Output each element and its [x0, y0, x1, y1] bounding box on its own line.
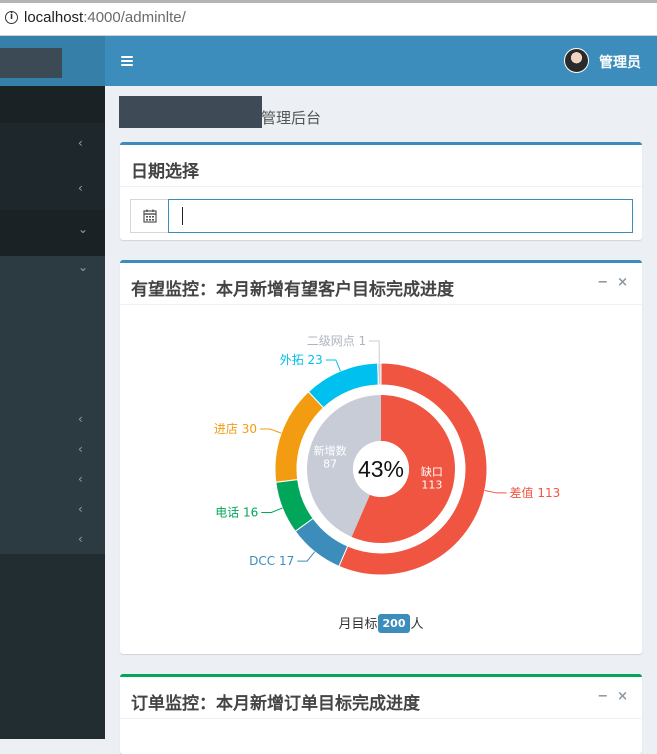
url-text[interactable]: localhost:4000/adminlte/ — [24, 9, 186, 26]
user-name[interactable]: 管理员 — [599, 52, 641, 72]
progress-donut-chart: 缺口113 新增数87 43% 差值 113 DCC 17 电话 16 进店 30 外拓 23… — [214, 334, 561, 576]
menu-toggle-icon[interactable] — [121, 56, 133, 68]
prospect-box-title: 有望监控：本月新增有望客户目标完成进度 — [131, 280, 454, 300]
top-navbar: 管理员 — [105, 36, 657, 86]
title-redacted — [119, 96, 262, 128]
goal-suffix: 人 — [410, 617, 424, 632]
calendar-icon[interactable] — [130, 199, 169, 233]
sidebar-user-panel — [0, 86, 105, 123]
info-icon[interactable]: i — [5, 11, 18, 24]
outer-label-leader — [297, 551, 316, 562]
monthly-goal: 月目标 200 人 — [120, 613, 642, 633]
goal-prefix: 月目标 — [338, 617, 378, 632]
inner-segment-value: 113 — [421, 479, 442, 492]
minimize-icon[interactable]: − — [597, 689, 608, 704]
date-picker — [130, 199, 633, 233]
outer-label-leader — [259, 428, 282, 434]
page-title: 管理后台 — [261, 109, 322, 127]
outer-segment-label: 电话 16 — [215, 505, 258, 519]
outer-segment-label: 二级网点 1 — [307, 334, 366, 348]
prospect-monitor-box: 有望监控：本月新增有望客户目标完成进度 − × 缺口 113 新增数 87 43% 差值 1… — [120, 260, 642, 654]
box-tools: − × — [588, 689, 628, 704]
chevron-left-icon[interactable]: ‹ — [78, 472, 88, 486]
sidebar: ‹ ‹ ⌄ ⌄ ‹ ‹ ‹ ‹ ‹ — [0, 36, 105, 739]
avatar[interactable] — [564, 48, 589, 73]
inner-segment-label: 新增数 — [314, 443, 347, 457]
outer-label-leader — [261, 507, 283, 513]
text-caret — [182, 207, 183, 225]
sidebar-logo[interactable] — [0, 36, 105, 86]
chevron-left-icon[interactable]: ‹ — [78, 442, 88, 456]
chevron-left-icon[interactable]: ‹ — [78, 181, 88, 195]
outer-ring-segment — [377, 362, 382, 386]
goal-badge: 200 — [377, 614, 411, 633]
logo-redacted — [0, 48, 62, 78]
order-box-header: 订单监控：本月新增订单目标完成进度 − × — [120, 677, 642, 719]
outer-segment-label: 差值 113 — [510, 485, 561, 500]
date-box-title: 日期选择 — [131, 162, 199, 182]
url-host: localhost — [24, 9, 84, 26]
sidebar-menu-group — [0, 123, 105, 210]
chevron-left-icon[interactable]: ‹ — [78, 412, 88, 426]
prospect-box-header: 有望监控：本月新增有望客户目标完成进度 − × — [120, 263, 642, 305]
chevron-down-icon[interactable]: ⌄ — [78, 222, 88, 236]
chevron-left-icon[interactable]: ‹ — [78, 532, 88, 546]
order-box-title: 订单监控：本月新增订单目标完成进度 — [131, 694, 420, 714]
date-box-header: 日期选择 — [120, 145, 642, 187]
box-tools: − × — [588, 275, 628, 290]
browser-address-bar[interactable]: i localhost:4000/adminlte/ — [0, 0, 657, 36]
inner-segment-label: 缺口 — [421, 465, 443, 479]
outer-segment-label: 进店 30 — [214, 422, 257, 436]
sidebar-item-active[interactable] — [0, 210, 105, 256]
order-monitor-box: 订单监控：本月新增订单目标完成进度 − × — [120, 674, 642, 754]
outer-label-leader — [325, 359, 341, 372]
close-icon[interactable]: × — [617, 275, 628, 290]
sidebar-submenu-open — [0, 256, 105, 554]
date-box: 日期选择 — [120, 142, 642, 240]
outer-label-leader — [369, 340, 380, 364]
chevron-down-icon[interactable]: ⌄ — [78, 260, 88, 274]
outer-segment-label: 外拓 23 — [280, 353, 323, 367]
outer-segment-label: DCC 17 — [249, 554, 294, 568]
outer-label-leader — [484, 490, 507, 494]
close-icon[interactable]: × — [617, 689, 628, 704]
chevron-left-icon[interactable]: ‹ — [78, 502, 88, 516]
center-percentage: 43% — [358, 456, 404, 482]
url-path: :4000/adminlte/ — [83, 9, 186, 26]
date-input[interactable] — [168, 199, 633, 233]
chevron-left-icon[interactable]: ‹ — [78, 136, 88, 150]
minimize-icon[interactable]: − — [597, 275, 608, 290]
inner-segment-value: 87 — [323, 457, 337, 470]
